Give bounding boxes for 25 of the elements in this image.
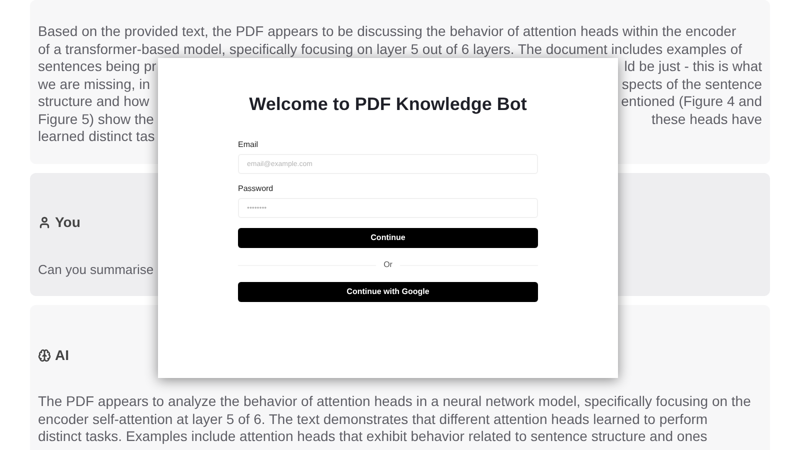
- field-label: Password: [238, 184, 274, 194]
- message-text: entioned (Figure 4 and: [621, 93, 762, 110]
- message-text: The PDF appears to analyze the behavior of attention heads in a neural network model, specifically focusing on the: [38, 393, 751, 410]
- message-text: structure and how: [38, 93, 150, 110]
- message-text: Based on the provided text, the PDF appears to be discussing the behavior of attention heads within the encoder: [38, 23, 736, 40]
- continue-button[interactable]: Continue: [238, 228, 538, 248]
- message-text: ld be just - this is what: [624, 58, 762, 76]
- message-text: these heads have: [651, 110, 762, 128]
- message-text: learned distinct tas: [38, 128, 155, 146]
- field-label: Email: [238, 140, 260, 150]
- message-text: Figure 5) show the: [38, 110, 154, 128]
- message-text: Can you summarise: [38, 260, 154, 278]
- user-icon: [38, 216, 51, 229]
- message-text: sentences being pr: [38, 58, 156, 76]
- message-text: of a transformer-based model, specifically focusing on layer 5 out of 6 layers. The document includes examples of: [38, 40, 742, 58]
- message-text: encoder self-attention at layer 5 of 6. The text demonstrates that different attention heads learned to perform: [38, 410, 708, 428]
- dialog-title: Welcome to PDF Knowledge Bot: [249, 93, 527, 116]
- divider-text: Or: [384, 259, 392, 271]
- message-text: distinct tasks. Examples include attention heads that exhibit behavior related to sentence structure and ones: [38, 428, 708, 446]
- google-button[interactable]: Continue with Google: [238, 282, 538, 302]
- message-text: spects of the sentence: [622, 76, 762, 93]
- message-author: You: [55, 213, 80, 232]
- message-author: AI: [55, 346, 69, 364]
- message-text: we are missing, in: [38, 76, 150, 93]
- brain-icon: [38, 348, 51, 362]
